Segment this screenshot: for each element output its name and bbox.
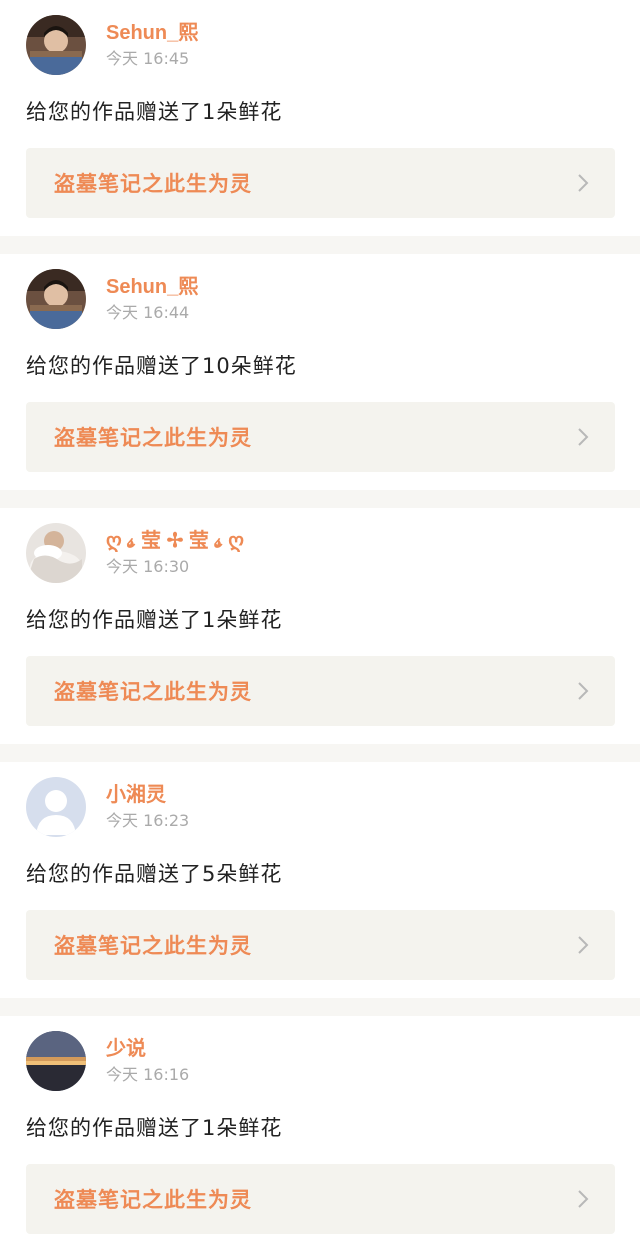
timestamp: 今天 16:44 bbox=[106, 303, 190, 322]
username[interactable]: Sehun_熙 bbox=[106, 274, 198, 300]
chevron-right-icon bbox=[577, 681, 589, 701]
gift-message: 给您的作品赠送了1朵鲜花 bbox=[26, 608, 283, 632]
timestamp: 今天 16:23 bbox=[106, 811, 190, 830]
gift-message: 给您的作品赠送了10朵鲜花 bbox=[26, 354, 297, 378]
avatar[interactable] bbox=[26, 523, 86, 583]
user-meta: Sehun_熙 今天 16:45 bbox=[106, 20, 198, 70]
username[interactable]: 小湘灵 bbox=[106, 782, 189, 808]
notification-card: 小湘灵 今天 16:23 给您的作品赠送了5朵鲜花 盗墓笔记之此生为灵 bbox=[0, 762, 640, 998]
username[interactable]: Sehun_熙 bbox=[106, 20, 198, 46]
notification-header: ღ 𝓼 莹 ✢ 莹 𝓼 ღ 今天 16:30 bbox=[26, 522, 615, 584]
notification-header: Sehun_熙 今天 16:45 bbox=[26, 14, 615, 76]
notification-header: 少说 今天 16:16 bbox=[26, 1030, 615, 1092]
user-meta: 少说 今天 16:16 bbox=[106, 1036, 189, 1086]
timestamp: 今天 16:30 bbox=[106, 557, 190, 576]
chevron-right-icon bbox=[577, 935, 589, 955]
timestamp: 今天 16:45 bbox=[106, 49, 190, 68]
work-title: 盗墓笔记之此生为灵 bbox=[54, 934, 252, 958]
notification-card: Sehun_熙 今天 16:44 给您的作品赠送了10朵鲜花 盗墓笔记之此生为灵 bbox=[0, 254, 640, 490]
gift-message: 给您的作品赠送了5朵鲜花 bbox=[26, 862, 283, 886]
username[interactable]: 少说 bbox=[106, 1036, 189, 1062]
work-link[interactable]: 盗墓笔记之此生为灵 bbox=[26, 910, 615, 980]
work-link[interactable]: 盗墓笔记之此生为灵 bbox=[26, 148, 615, 218]
work-link[interactable]: 盗墓笔记之此生为灵 bbox=[26, 1164, 615, 1234]
timestamp: 今天 16:16 bbox=[106, 1065, 190, 1084]
work-link[interactable]: 盗墓笔记之此生为灵 bbox=[26, 402, 615, 472]
gift-message: 给您的作品赠送了1朵鲜花 bbox=[26, 1116, 283, 1140]
chevron-right-icon bbox=[577, 427, 589, 447]
work-link[interactable]: 盗墓笔记之此生为灵 bbox=[26, 656, 615, 726]
notification-header: Sehun_熙 今天 16:44 bbox=[26, 268, 615, 330]
user-meta: 小湘灵 今天 16:23 bbox=[106, 782, 189, 832]
avatar[interactable] bbox=[26, 15, 86, 75]
notification-feed: Sehun_熙 今天 16:45 给您的作品赠送了1朵鲜花 盗墓笔记之此生为灵 bbox=[0, 0, 640, 1252]
avatar[interactable] bbox=[26, 269, 86, 329]
gift-message: 给您的作品赠送了1朵鲜花 bbox=[26, 100, 283, 124]
work-title: 盗墓笔记之此生为灵 bbox=[54, 426, 252, 450]
chevron-right-icon bbox=[577, 173, 589, 193]
notification-card: 少说 今天 16:16 给您的作品赠送了1朵鲜花 盗墓笔记之此生为灵 bbox=[0, 1016, 640, 1252]
user-meta: ღ 𝓼 莹 ✢ 莹 𝓼 ღ 今天 16:30 bbox=[106, 528, 244, 578]
avatar[interactable] bbox=[26, 1031, 86, 1091]
user-meta: Sehun_熙 今天 16:44 bbox=[106, 274, 198, 324]
work-title: 盗墓笔记之此生为灵 bbox=[54, 172, 252, 196]
work-title: 盗墓笔记之此生为灵 bbox=[54, 680, 252, 704]
chevron-right-icon bbox=[577, 1189, 589, 1209]
default-avatar[interactable] bbox=[26, 777, 86, 837]
username[interactable]: ღ 𝓼 莹 ✢ 莹 𝓼 ღ bbox=[106, 528, 244, 554]
notification-header: 小湘灵 今天 16:23 bbox=[26, 776, 615, 838]
notification-card: ღ 𝓼 莹 ✢ 莹 𝓼 ღ 今天 16:30 给您的作品赠送了1朵鲜花 盗墓笔记… bbox=[0, 508, 640, 744]
notification-card: Sehun_熙 今天 16:45 给您的作品赠送了1朵鲜花 盗墓笔记之此生为灵 bbox=[0, 0, 640, 236]
work-title: 盗墓笔记之此生为灵 bbox=[54, 1188, 252, 1212]
